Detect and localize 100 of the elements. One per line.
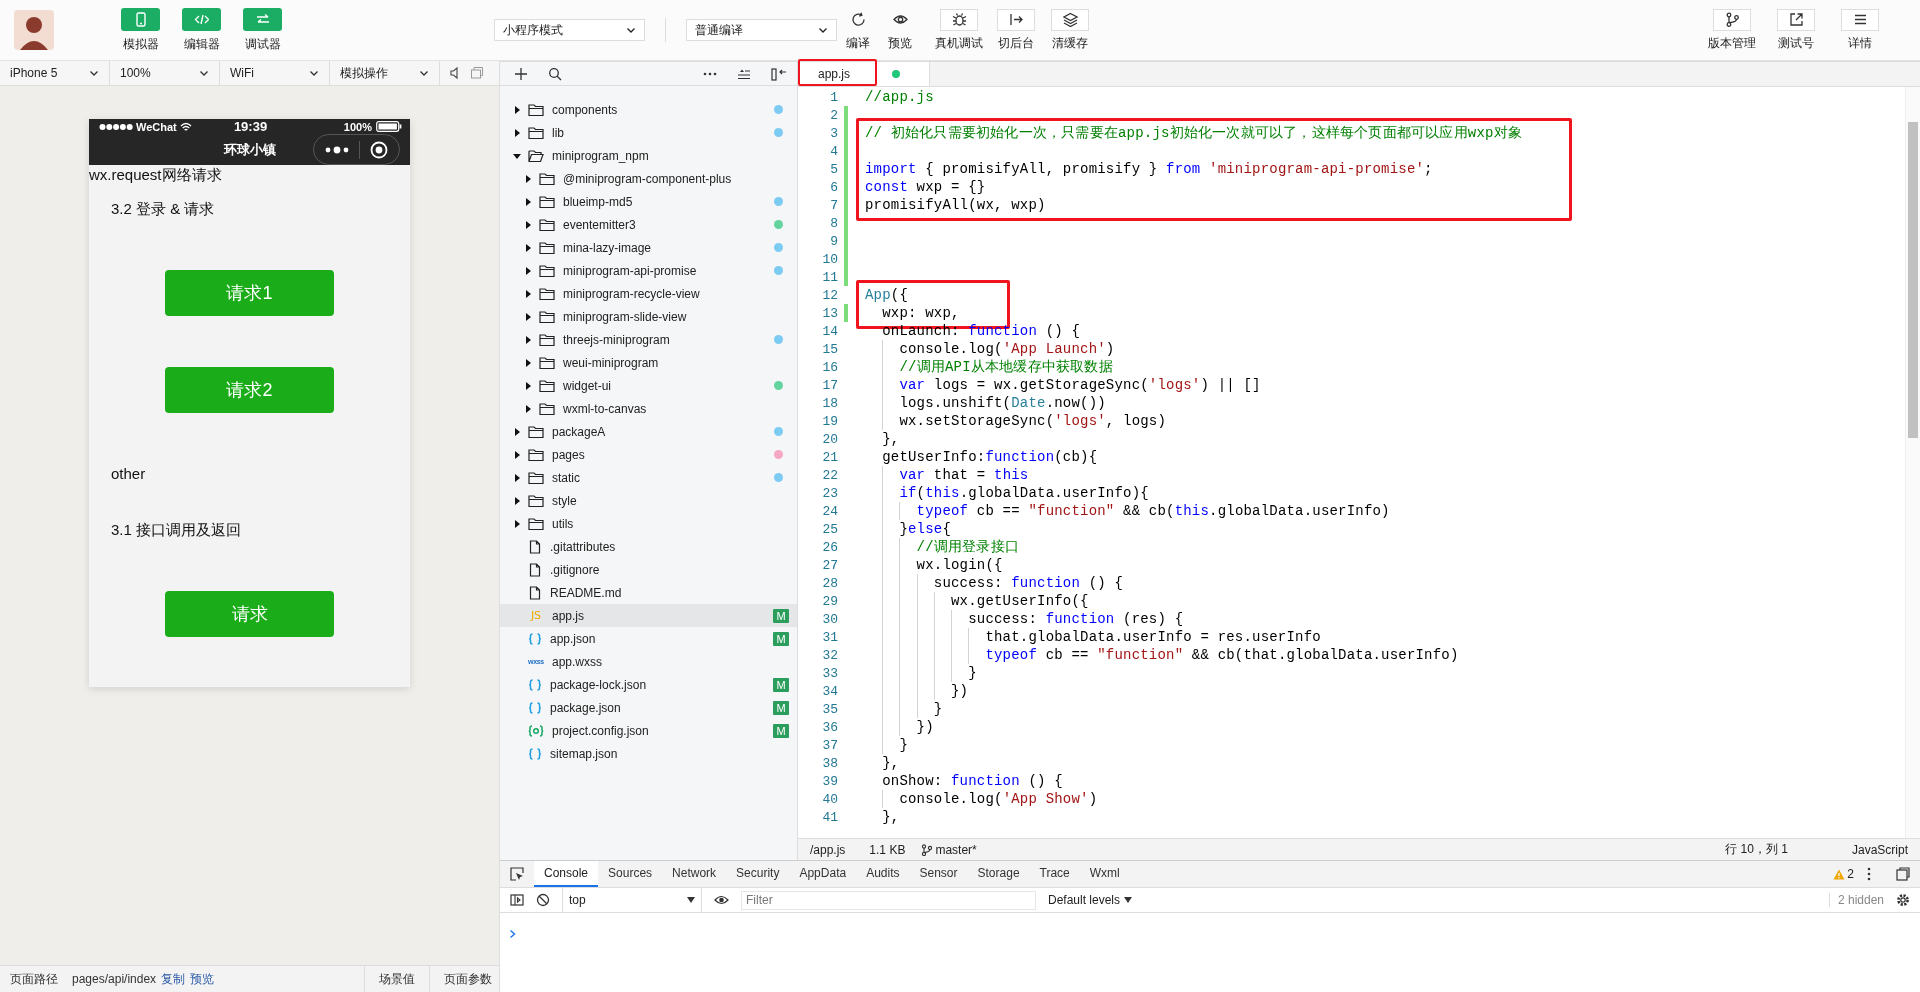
toolbar-button[interactable]: 真机调试 [935, 8, 983, 52]
editor-tab[interactable]: app.js [798, 62, 930, 86]
page-params-button[interactable]: 页面参数 [444, 970, 493, 988]
view-toggle-button[interactable]: 调试器 [232, 7, 293, 53]
caret-right-icon[interactable] [523, 242, 533, 253]
context-select[interactable]: top [562, 888, 702, 912]
warning-count[interactable]: 2 [1847, 867, 1854, 881]
tree-item[interactable]: components [500, 98, 797, 121]
scene-button[interactable]: 场景值 [379, 970, 416, 988]
devtools-tab[interactable]: Storage [967, 861, 1030, 887]
tree-item[interactable]: miniprogram-recycle-view [500, 282, 797, 305]
devtools-tab[interactable]: Security [726, 861, 790, 887]
devtools-tab[interactable]: Wxml [1079, 861, 1130, 887]
caret-right-icon[interactable] [523, 196, 533, 207]
plus-icon[interactable] [514, 66, 528, 81]
device-select[interactable]: iPhone 5 [0, 61, 110, 85]
tree-item[interactable]: .gitattributes [500, 535, 797, 558]
tree-item[interactable]: threejs-miniprogram [500, 328, 797, 351]
git-branch[interactable]: master* [935, 842, 977, 857]
window-icon[interactable] [470, 66, 484, 80]
filter-field[interactable]: Filter [741, 890, 1036, 910]
sidebar-toggle-icon[interactable] [510, 893, 524, 907]
toolbar-button[interactable]: 详情 [1834, 8, 1886, 52]
inspect-icon[interactable] [510, 867, 524, 881]
clear-console-icon[interactable] [536, 893, 550, 907]
tree-item[interactable]: wxml-to-canvas [500, 397, 797, 420]
devtools-tab[interactable]: Sources [598, 861, 663, 887]
view-toggle-button[interactable]: 编辑器 [171, 7, 232, 53]
tree-item[interactable]: miniprogram-api-promise [500, 259, 797, 282]
mode-select[interactable]: 小程序模式 [494, 19, 645, 41]
settings-icon[interactable] [1896, 893, 1910, 907]
search-icon[interactable] [548, 66, 562, 81]
tree-item[interactable]: miniprogram_npm [500, 144, 797, 167]
toolbar-button[interactable]: 清缓存 [1049, 8, 1091, 52]
tree-item[interactable]: widget-ui [500, 374, 797, 397]
kebab-menu-icon[interactable] [1866, 867, 1872, 881]
tree-item[interactable]: app.json M [500, 627, 797, 650]
tree-item[interactable]: style [500, 489, 797, 512]
tree-item[interactable]: lib [500, 121, 797, 144]
toolbar-button[interactable]: 预览 [879, 8, 921, 52]
tree-item[interactable]: mina-lazy-image [500, 236, 797, 259]
tree-item[interactable]: .gitignore [500, 558, 797, 581]
toolbar-button[interactable]: 切后台 [995, 8, 1037, 52]
devtools-tab[interactable]: Trace [1029, 861, 1080, 887]
tree-item[interactable]: README.md [500, 581, 797, 604]
caret-right-icon[interactable] [512, 426, 522, 437]
tree-item[interactable]: eventemitter3 [500, 213, 797, 236]
tree-item[interactable]: package-lock.json M [500, 673, 797, 696]
caret-right-icon[interactable] [523, 334, 533, 345]
toolbar-button[interactable]: 版本管理 [1706, 8, 1758, 52]
compile-select[interactable]: 普通编译 [686, 19, 837, 41]
text-link[interactable]: 复制 [161, 970, 186, 988]
caret-right-icon[interactable] [523, 173, 533, 184]
tree-item[interactable]: sitemap.json [500, 742, 797, 765]
prompt-icon[interactable] [509, 929, 517, 939]
caret-right-icon[interactable] [523, 357, 533, 368]
scrollbar-thumb[interactable] [1908, 122, 1918, 438]
tree-item[interactable]: pages [500, 443, 797, 466]
caret-right-icon[interactable] [512, 127, 522, 138]
dock-icon[interactable] [1896, 867, 1910, 881]
tree-item[interactable]: package.json M [500, 696, 797, 719]
caret-right-icon[interactable] [523, 380, 533, 391]
cursor-position[interactable]: 行 10，列 1 [1725, 841, 1788, 858]
device-select[interactable]: WiFi [220, 61, 330, 85]
tree-item[interactable]: utils [500, 512, 797, 535]
caret-right-icon[interactable] [523, 288, 533, 299]
toolbar-button[interactable]: 测试号 [1770, 8, 1822, 52]
tree-item[interactable]: blueimp-md5 [500, 190, 797, 213]
devtools-tab[interactable]: Sensor [909, 861, 968, 887]
text-link[interactable]: 预览 [190, 970, 215, 988]
devtools-tab[interactable]: AppData [789, 861, 857, 887]
tree-item[interactable]: JS app.js M [500, 604, 797, 627]
tree-item[interactable]: packageA [500, 420, 797, 443]
caret-right-icon[interactable] [512, 449, 522, 460]
device-select[interactable]: 100% [110, 61, 220, 85]
caret-right-icon[interactable] [512, 472, 522, 483]
tree-item[interactable]: @miniprogram-component-plus [500, 167, 797, 190]
close-target-icon[interactable] [370, 140, 388, 159]
levels-dropdown[interactable]: Default levels [1048, 893, 1133, 907]
device-select[interactable]: 模拟操作 [330, 61, 440, 85]
tree-item[interactable]: weui-miniprogram [500, 351, 797, 374]
devtools-tab[interactable]: Audits [856, 861, 910, 887]
tree-item[interactable]: miniprogram-slide-view [500, 305, 797, 328]
caret-right-icon[interactable] [523, 219, 533, 230]
caret-right-icon[interactable] [523, 403, 533, 414]
caret-right-icon[interactable] [523, 265, 533, 276]
toolbar-button[interactable]: 编译 [837, 8, 879, 52]
eye-icon[interactable] [714, 894, 729, 906]
tree-item[interactable]: project.config.json M [500, 719, 797, 742]
caret-right-icon[interactable] [512, 518, 522, 529]
devtools-tab[interactable]: Network [662, 861, 727, 887]
tree-item[interactable]: static [500, 466, 797, 489]
language-mode[interactable]: JavaScript [1851, 842, 1908, 857]
caret-right-icon[interactable] [523, 311, 533, 322]
caret-right-icon[interactable] [512, 104, 522, 115]
caret-right-icon[interactable] [512, 495, 522, 506]
view-toggle-button[interactable]: 模拟器 [110, 7, 171, 53]
collapse-panel-icon[interactable] [771, 66, 787, 81]
devtools-tab[interactable]: Console [534, 861, 599, 887]
avatar[interactable] [14, 10, 54, 50]
